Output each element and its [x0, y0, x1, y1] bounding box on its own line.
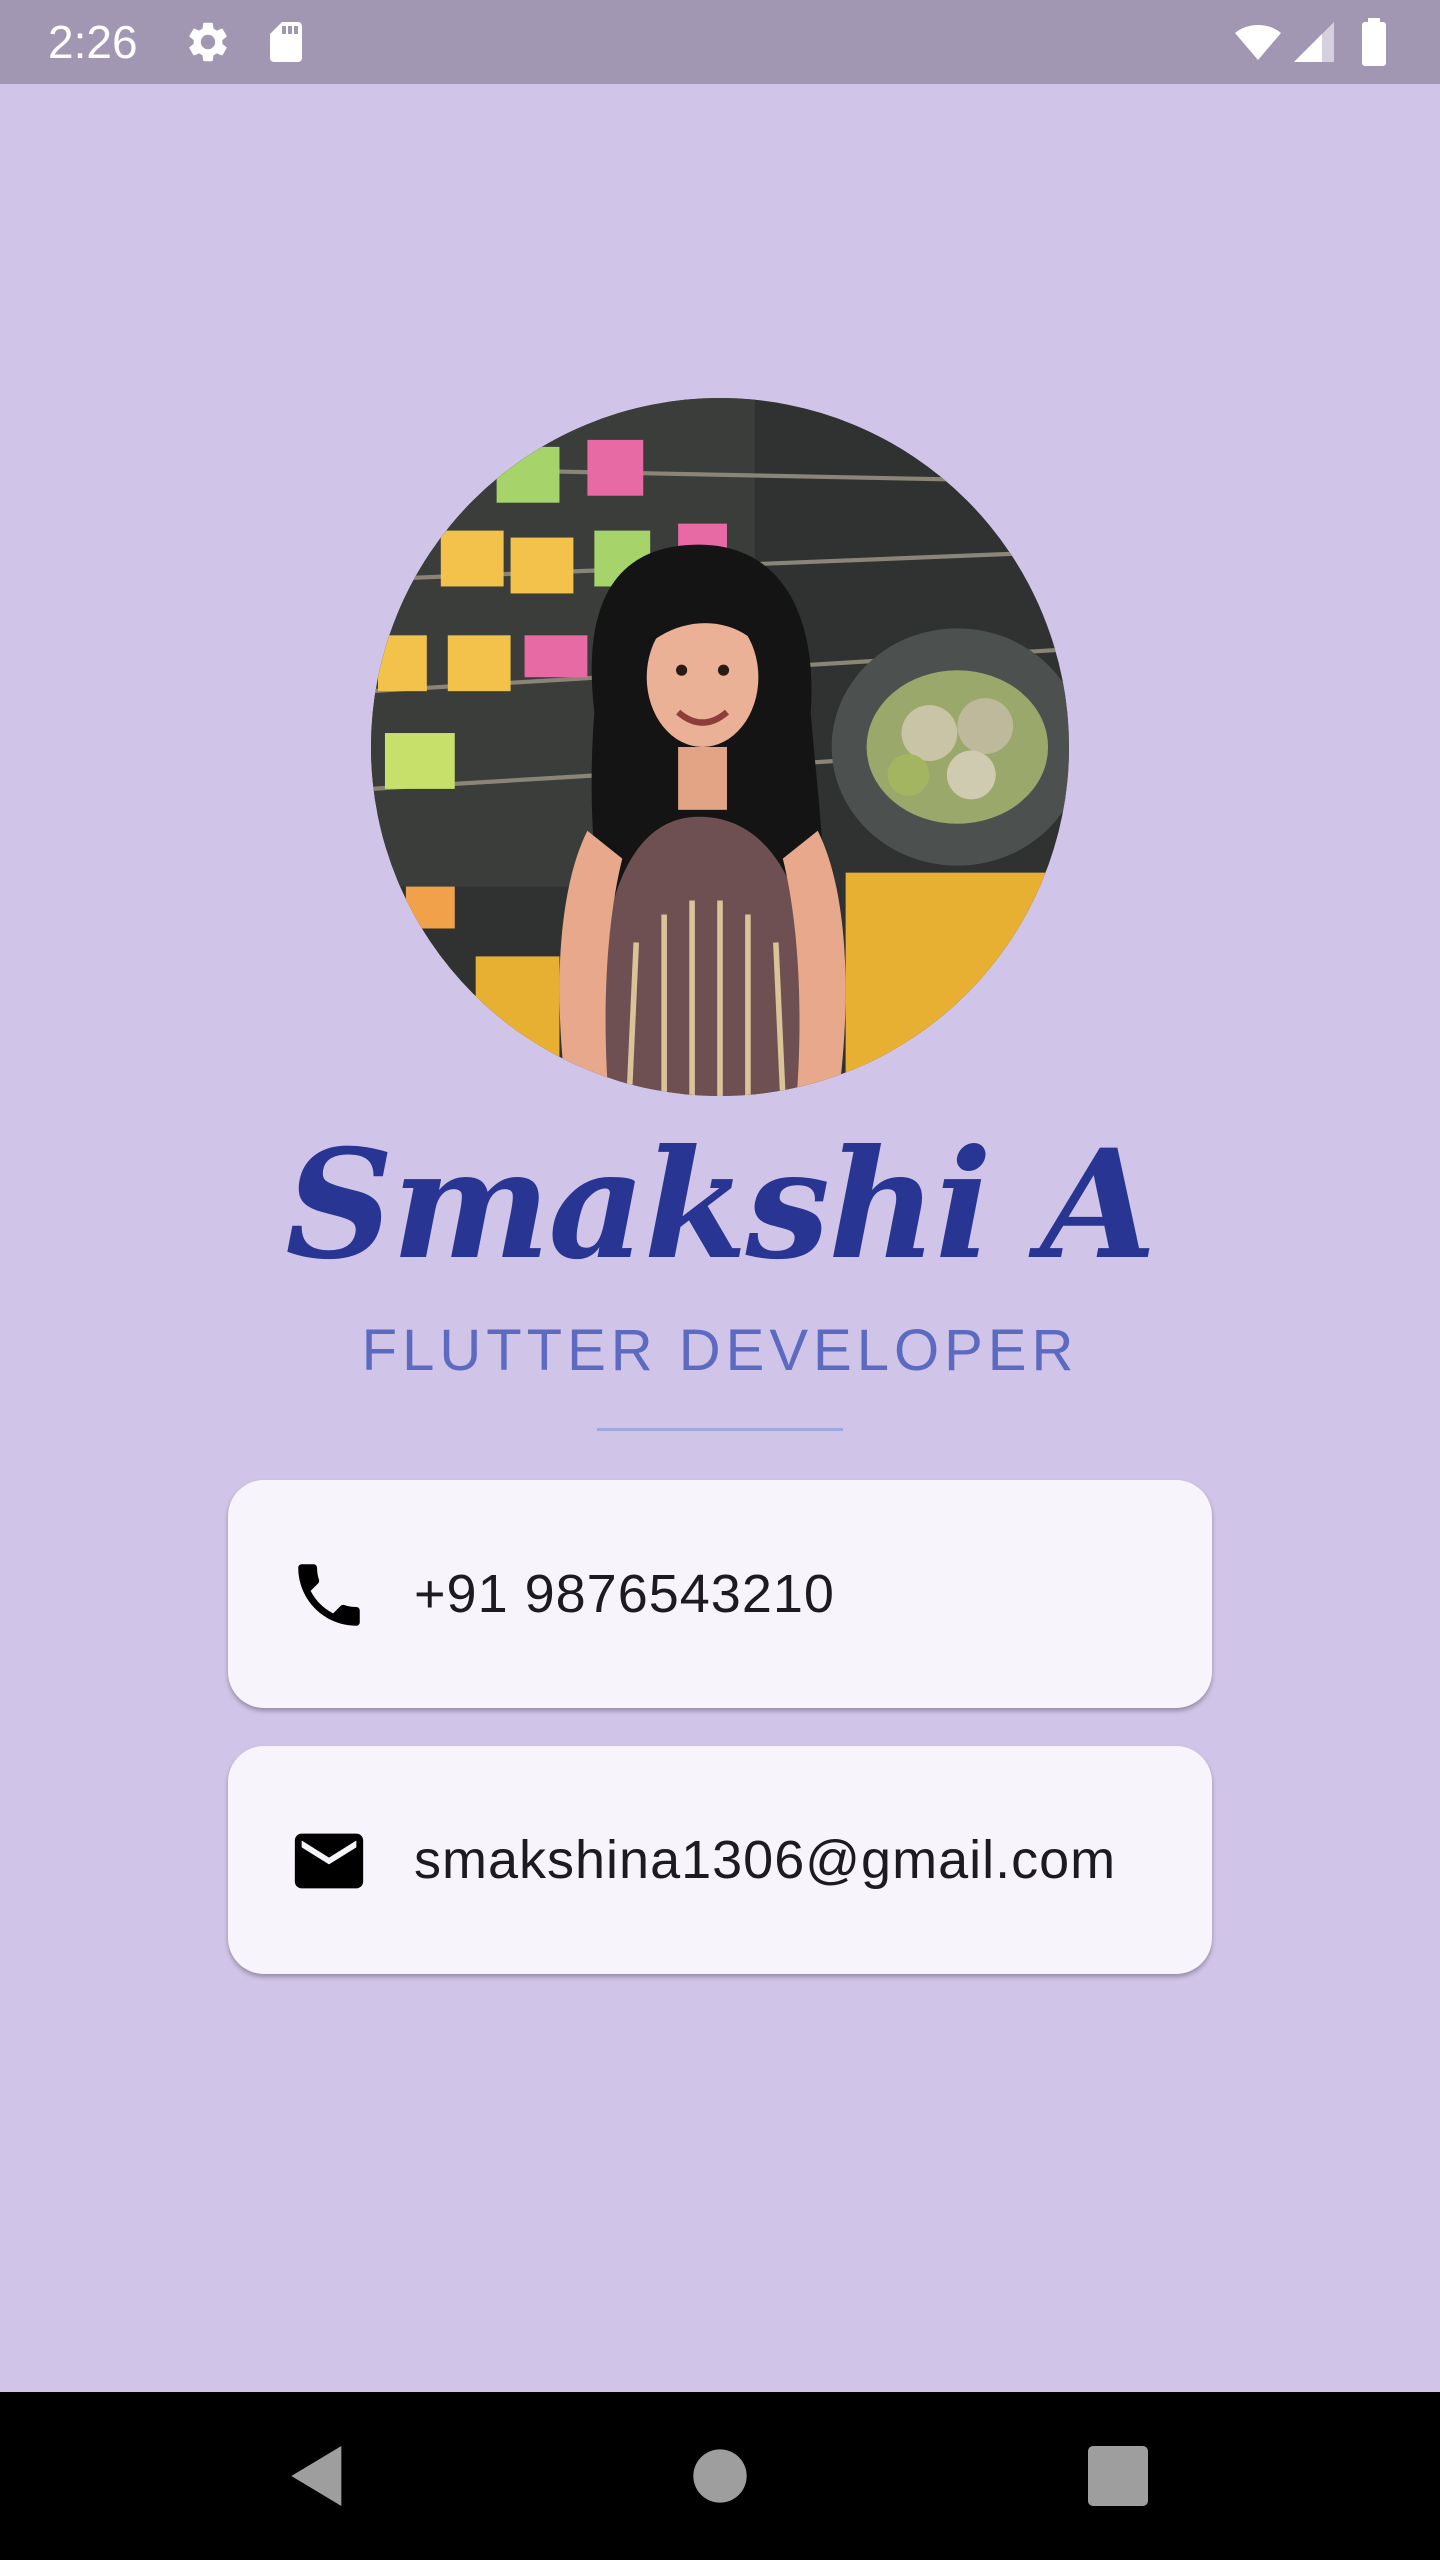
- status-time: 2:26: [48, 16, 138, 68]
- battery-icon: [1352, 18, 1396, 66]
- navigation-bar: [0, 2392, 1440, 2560]
- profile-name: Smakshi A: [285, 1117, 1156, 1293]
- wifi-icon: [1230, 18, 1286, 66]
- profile-photo: [371, 398, 1069, 1096]
- status-bar: 2:26: [0, 0, 1440, 84]
- phone-number: +91 9876543210: [414, 1564, 835, 1624]
- sd-card-icon: [262, 18, 310, 66]
- divider: [597, 1428, 843, 1431]
- recents-icon[interactable]: [1078, 2436, 1158, 2516]
- settings-icon: [184, 18, 232, 66]
- phone-card[interactable]: +91 9876543210: [228, 1480, 1212, 1708]
- back-icon[interactable]: [278, 2436, 358, 2516]
- profile-title: FLUTTER DEVELOPER: [361, 1318, 1079, 1383]
- signal-icon: [1290, 18, 1338, 66]
- phone-icon: [288, 1554, 370, 1636]
- home-icon[interactable]: [680, 2436, 760, 2516]
- mail-icon: [288, 1820, 370, 1902]
- email-address: smakshina1306@gmail.com: [414, 1830, 1117, 1890]
- email-card[interactable]: smakshina1306@gmail.com: [228, 1746, 1212, 1974]
